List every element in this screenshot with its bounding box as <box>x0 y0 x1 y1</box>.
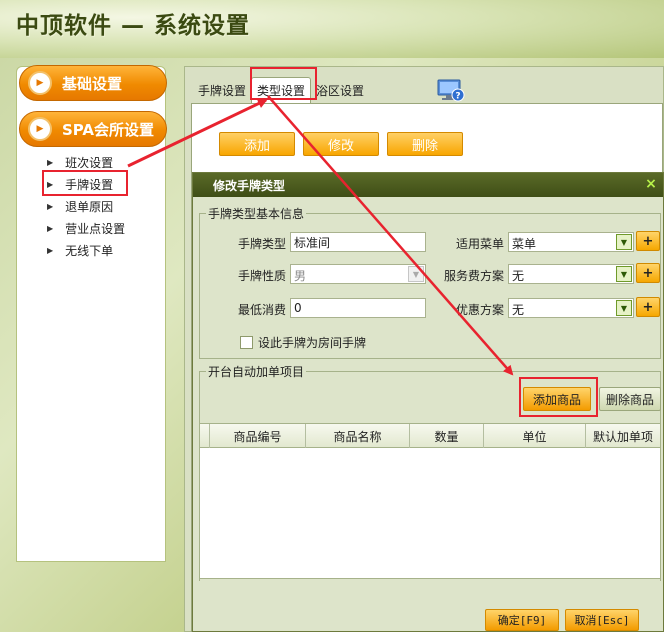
play-icon: ▶ <box>28 71 52 95</box>
sidebar: ▶ 基础设置 ▶ SPA会所设置 ▶ 班次设置 ▶ 手牌设置 ▶ 退单原因 ▶ … <box>16 65 167 562</box>
column-header[interactable]: 数量 <box>410 424 484 448</box>
goods-table: 商品编号 商品名称 数量 单位 默认加单项 <box>199 423 661 579</box>
discount-value: 无 <box>512 303 525 317</box>
add-menu-button[interactable]: + <box>636 231 660 251</box>
sidebar-item-label: 营业点设置 <box>65 221 126 236</box>
delete-goods-button[interactable]: 删除商品 <box>599 387 661 411</box>
sidebar-button-label: SPA会所设置 <box>62 120 155 139</box>
app-header: 中顶软件 — 系统设置 <box>0 0 664 58</box>
play-icon: ▶ <box>28 117 52 141</box>
service-fee-label: 服务费方案 <box>443 269 504 283</box>
service-fee-value: 无 <box>512 269 525 283</box>
sidebar-item-label: 班次设置 <box>65 155 114 170</box>
room-wristband-label: 设此手牌为房间手牌 <box>258 336 367 350</box>
sidebar-item-label: 手牌设置 <box>65 177 114 192</box>
group-title: 开台自动加单项目 <box>206 363 307 380</box>
sidebar-item-label: 退单原因 <box>65 199 114 214</box>
sidebar-button-label: 基础设置 <box>62 74 123 93</box>
triangle-right-icon: ▶ <box>47 223 54 233</box>
group-title: 手牌类型基本信息 <box>206 205 307 222</box>
tab-wristband-settings[interactable]: 手牌设置 <box>193 77 251 103</box>
type-label: 手牌类型 <box>237 237 286 251</box>
delete-button[interactable]: 删除 <box>387 132 463 156</box>
sidebar-item-shift[interactable]: ▶ 班次设置 <box>17 151 165 173</box>
menu-select[interactable]: 菜单 ▼ <box>508 232 634 252</box>
gender-select[interactable]: 男 ▼ <box>290 264 426 284</box>
column-header[interactable]: 单位 <box>484 424 586 448</box>
discount-select[interactable]: 无 ▼ <box>508 298 634 318</box>
triangle-right-icon: ▶ <box>47 201 54 211</box>
add-service-fee-button[interactable]: + <box>636 263 660 283</box>
tab-bath-area-settings[interactable]: 浴区设置 <box>311 77 369 103</box>
gender-value: 男 <box>294 269 307 283</box>
cancel-button[interactable]: 取消[Esc] <box>565 609 639 631</box>
menu-value: 菜单 <box>512 237 537 251</box>
column-header[interactable]: 商品名称 <box>306 424 410 448</box>
room-wristband-checkbox[interactable] <box>240 336 253 349</box>
sidebar-item-wristband[interactable]: ▶ 手牌设置 <box>17 173 165 195</box>
edit-button[interactable]: 修改 <box>303 132 379 156</box>
type-input[interactable] <box>290 232 426 252</box>
sidebar-button-basic-settings[interactable]: ▶ 基础设置 <box>19 65 167 101</box>
min-spend-label: 最低消费 <box>237 303 286 317</box>
edit-type-dialog: 修改手牌类型 × 手牌类型基本信息 手牌类型 手牌性质 男 ▼ 最低消费 设此手… <box>192 172 664 632</box>
triangle-right-icon: ▶ <box>47 179 54 189</box>
sidebar-list: ▶ 班次设置 ▶ 手牌设置 ▶ 退单原因 ▶ 营业点设置 ▶ 无线下单 <box>17 151 165 261</box>
row-indicator-header <box>200 424 210 448</box>
goods-table-header: 商品编号 商品名称 数量 单位 默认加单项 <box>200 424 660 448</box>
dialog-titlebar: 修改手牌类型 <box>193 173 663 197</box>
help-monitor-icon[interactable]: ? <box>436 79 466 103</box>
app-title: 中顶软件 — 系统设置 <box>16 13 251 39</box>
min-spend-input[interactable] <box>290 298 426 318</box>
service-fee-select[interactable]: 无 ▼ <box>508 264 634 284</box>
chevron-down-icon: ▼ <box>616 234 632 250</box>
gender-label: 手牌性质 <box>237 269 286 283</box>
chevron-down-icon: ▼ <box>616 266 632 282</box>
close-icon[interactable]: × <box>643 176 659 192</box>
tab-type-settings[interactable]: 类型设置 <box>251 77 312 103</box>
chevron-down-icon: ▼ <box>616 300 632 316</box>
add-button[interactable]: 添加 <box>219 132 295 156</box>
triangle-right-icon: ▶ <box>47 157 54 167</box>
sidebar-button-spa-settings[interactable]: ▶ SPA会所设置 <box>19 111 167 147</box>
sidebar-item-label: 无线下单 <box>65 243 114 258</box>
svg-text:?: ? <box>455 92 460 102</box>
dialog-title: 修改手牌类型 <box>213 178 286 193</box>
column-header[interactable]: 默认加单项 <box>586 424 660 448</box>
add-discount-button[interactable]: + <box>636 297 660 317</box>
column-header[interactable]: 商品编号 <box>210 424 306 448</box>
sidebar-item-outlet[interactable]: ▶ 营业点设置 <box>17 217 165 239</box>
tab-strip: 手牌设置 类型设置 浴区设置 <box>193 77 369 103</box>
sidebar-item-refund-reason[interactable]: ▶ 退单原因 <box>17 195 165 217</box>
triangle-right-icon: ▶ <box>47 245 54 255</box>
ok-button[interactable]: 确定[F9] <box>485 609 559 631</box>
discount-label: 优惠方案 <box>455 303 504 317</box>
add-goods-button[interactable]: 添加商品 <box>523 387 591 411</box>
menu-label: 适用菜单 <box>455 237 504 251</box>
basic-info-group: 手牌类型基本信息 手牌类型 手牌性质 男 ▼ 最低消费 设此手牌为房间手牌 适用… <box>199 205 661 359</box>
sidebar-item-wireless-order[interactable]: ▶ 无线下单 <box>17 239 165 261</box>
